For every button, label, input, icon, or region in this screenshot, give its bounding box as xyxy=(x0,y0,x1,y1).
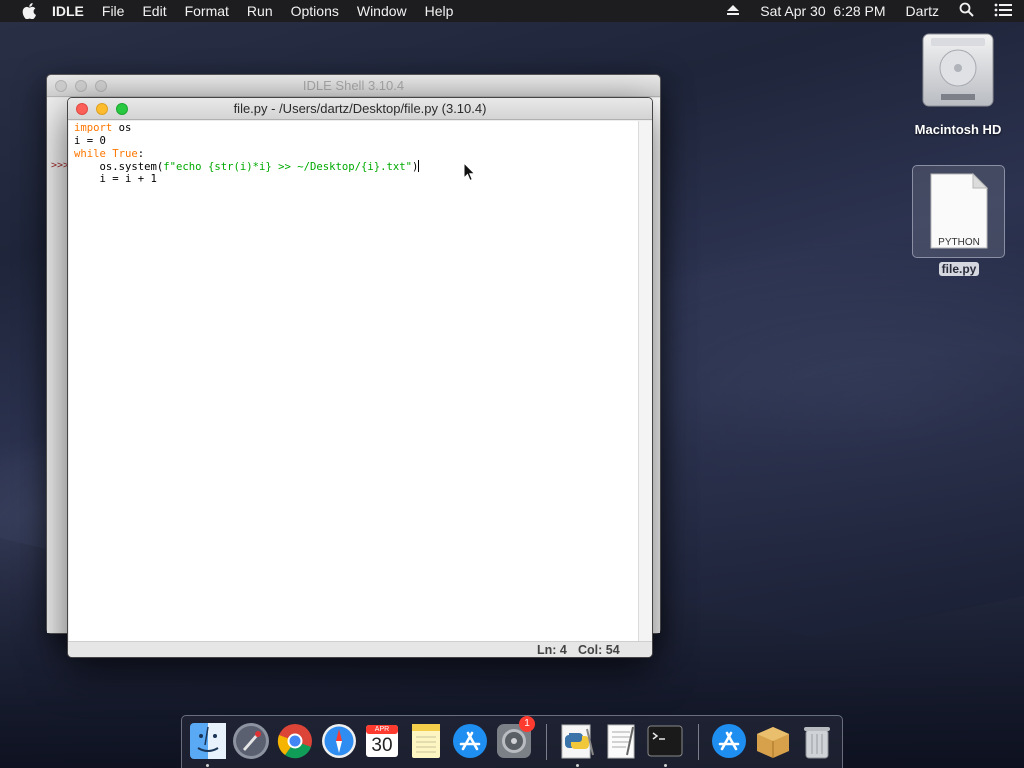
menu-format[interactable]: Format xyxy=(185,3,229,19)
python-running-indicator xyxy=(576,764,579,767)
file-py-label: file.py xyxy=(938,262,980,276)
mouse-pointer-icon xyxy=(463,162,476,182)
calendar-icon[interactable]: APR 30 xyxy=(362,721,402,761)
hard-drive-icon xyxy=(921,30,995,110)
code-line: import os xyxy=(74,122,638,135)
launchpad-icon[interactable] xyxy=(231,721,271,761)
code-string: f"echo {str(i)*i} >> ~/Desktop/{i}.txt" xyxy=(163,161,413,174)
code-text: os xyxy=(112,122,132,134)
notification-center-icon[interactable] xyxy=(994,3,1012,20)
notes-icon[interactable] xyxy=(406,721,446,761)
menu-bar: IDLE File Edit Format Run Options Window… xyxy=(0,0,1024,22)
chrome-icon[interactable] xyxy=(275,721,315,761)
textedit-icon[interactable] xyxy=(602,721,642,761)
editor-scrollbar[interactable] xyxy=(638,121,652,641)
menu-help[interactable]: Help xyxy=(425,3,454,19)
code-line: while True: xyxy=(74,148,638,161)
code-editor[interactable]: import os i = 0 while True: os.system(f"… xyxy=(69,121,638,641)
archive-utility-icon[interactable] xyxy=(753,721,793,761)
app-store-icon[interactable] xyxy=(450,721,490,761)
code-line: i = i + 1 xyxy=(74,173,638,186)
shell-titlebar[interactable]: IDLE Shell 3.10.4 xyxy=(47,75,660,97)
terminal-running-indicator xyxy=(664,764,667,767)
safari-icon[interactable] xyxy=(319,721,359,761)
file-type-label: PYTHON xyxy=(938,237,980,248)
code-keyword: while xyxy=(74,147,106,160)
code-text: i = 0 xyxy=(74,134,106,147)
menu-user[interactable]: Dartz xyxy=(906,3,939,19)
system-preferences-icon[interactable]: 1 xyxy=(494,716,535,761)
menu-run[interactable]: Run xyxy=(247,3,273,19)
editor-status-bar: Ln: 4 Col: 54 xyxy=(68,641,652,657)
finder-icon[interactable] xyxy=(188,721,228,761)
shell-gutter xyxy=(47,98,67,633)
file-icon-selection-frame: PYTHON xyxy=(912,165,1005,258)
python-launcher-icon[interactable] xyxy=(557,721,597,761)
editor-window[interactable]: file.py - /Users/dartz/Desktop/file.py (… xyxy=(67,97,653,658)
menu-window[interactable]: Window xyxy=(357,3,407,19)
status-column-number: Col: 54 xyxy=(578,643,620,657)
menu-clock[interactable]: Sat Apr 30 6:28 PM xyxy=(760,3,885,19)
apple-menu-icon[interactable] xyxy=(20,0,38,22)
finder-running-indicator xyxy=(206,764,209,767)
code-text: i = i + 1 xyxy=(74,173,157,186)
code-line: os.system(f"echo {str(i)*i} >> ~/Desktop… xyxy=(74,160,638,173)
calendar-day: 30 xyxy=(371,735,393,756)
calendar-month: APR xyxy=(374,726,390,733)
spotlight-search-icon[interactable] xyxy=(959,2,974,20)
editor-titlebar[interactable]: file.py - /Users/dartz/Desktop/file.py (… xyxy=(68,98,652,120)
code-text: os.system( xyxy=(74,161,164,174)
file-py-desktop-icon[interactable]: PYTHON file.py xyxy=(912,165,1006,276)
shell-window-title: IDLE Shell 3.10.4 xyxy=(302,78,405,93)
dock-divider xyxy=(698,724,699,760)
trash-icon[interactable] xyxy=(797,721,837,761)
text-caret xyxy=(418,160,420,173)
app-store-downloads-icon[interactable] xyxy=(709,721,749,761)
dock: APR 30 1 xyxy=(181,715,843,768)
menu-edit[interactable]: Edit xyxy=(142,3,166,19)
code-keyword: import xyxy=(74,122,113,134)
code-text: : xyxy=(137,147,145,160)
menu-app-name[interactable]: IDLE xyxy=(52,3,84,19)
code-keyword: True xyxy=(112,147,138,160)
eject-icon[interactable] xyxy=(726,3,740,19)
status-line-number: Ln: 4 xyxy=(537,643,567,657)
terminal-icon[interactable] xyxy=(645,721,685,761)
notification-badge: 1 xyxy=(519,716,535,732)
menu-file[interactable]: File xyxy=(102,3,125,19)
macintosh-hd-desktop-icon[interactable]: Macintosh HD xyxy=(905,30,1011,137)
dock-divider xyxy=(546,724,547,760)
editor-window-title: file.py - /Users/dartz/Desktop/file.py (… xyxy=(233,101,487,116)
macintosh-hd-label: Macintosh HD xyxy=(914,122,1002,137)
menu-options[interactable]: Options xyxy=(291,3,339,19)
code-line: i = 0 xyxy=(74,135,638,148)
